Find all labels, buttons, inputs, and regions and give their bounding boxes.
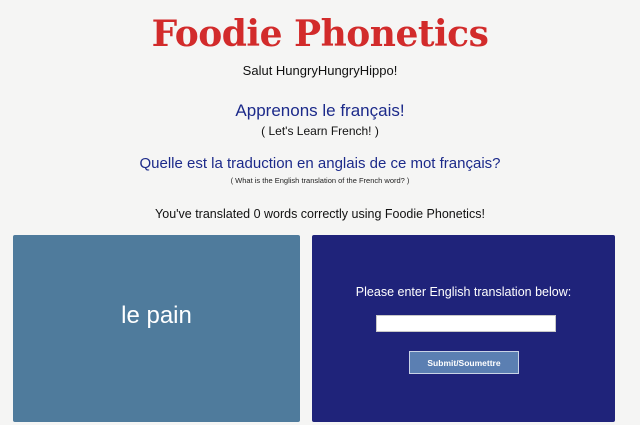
french-word-card: le pain [13,235,300,422]
site-logo: Foodie Phonetics [151,13,489,55]
translation-instruction: Please enter English translation below: [355,285,572,299]
answer-card: Please enter English translation below: … [312,235,615,422]
question-prompt-french: Quelle est la traduction en anglais de c… [139,155,501,172]
intro-title-english: ( Let's Learn French! ) [261,124,379,138]
question-prompt-english: ( What is the English translation of the… [230,176,410,185]
user-greeting: Salut HungryHungryHippo! [242,63,398,78]
score-text: You've translated 0 words correctly usin… [155,207,485,221]
french-word: le pain [121,302,192,329]
translation-input[interactable] [376,315,556,332]
submit-button[interactable]: Submit/Soumettre [409,351,519,374]
intro-title-french: Apprenons le français! [235,101,405,120]
